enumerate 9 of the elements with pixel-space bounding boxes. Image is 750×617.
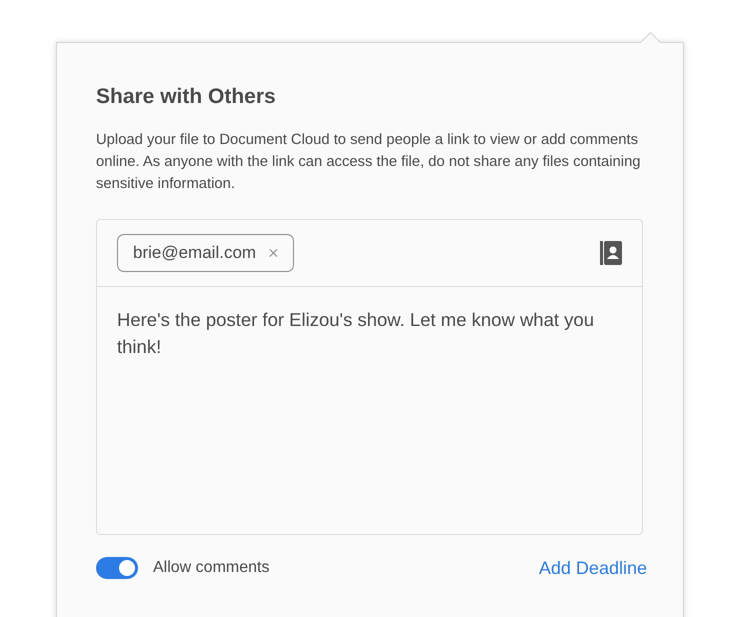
dialog-title: Share with Others	[96, 85, 277, 109]
add-deadline-link[interactable]: Add Deadline	[538, 558, 647, 578]
contacts-icon[interactable]	[600, 241, 622, 265]
recipient-email: brie@email.com	[133, 243, 256, 263]
message-field[interactable]: Here's the poster for Elizou's show. Let me know what you think!	[96, 287, 643, 535]
recipients-field[interactable]: brie@email.com ×	[96, 219, 643, 287]
dialog-description: Upload your file to Document Cloud to send people a link to view or add comments online. As anyone with the link can access the file, do not share any files containing sensitive information.	[96, 131, 642, 194]
allow-comments-toggle[interactable]	[96, 557, 138, 579]
allow-comments-label: Allow comments	[153, 559, 270, 577]
